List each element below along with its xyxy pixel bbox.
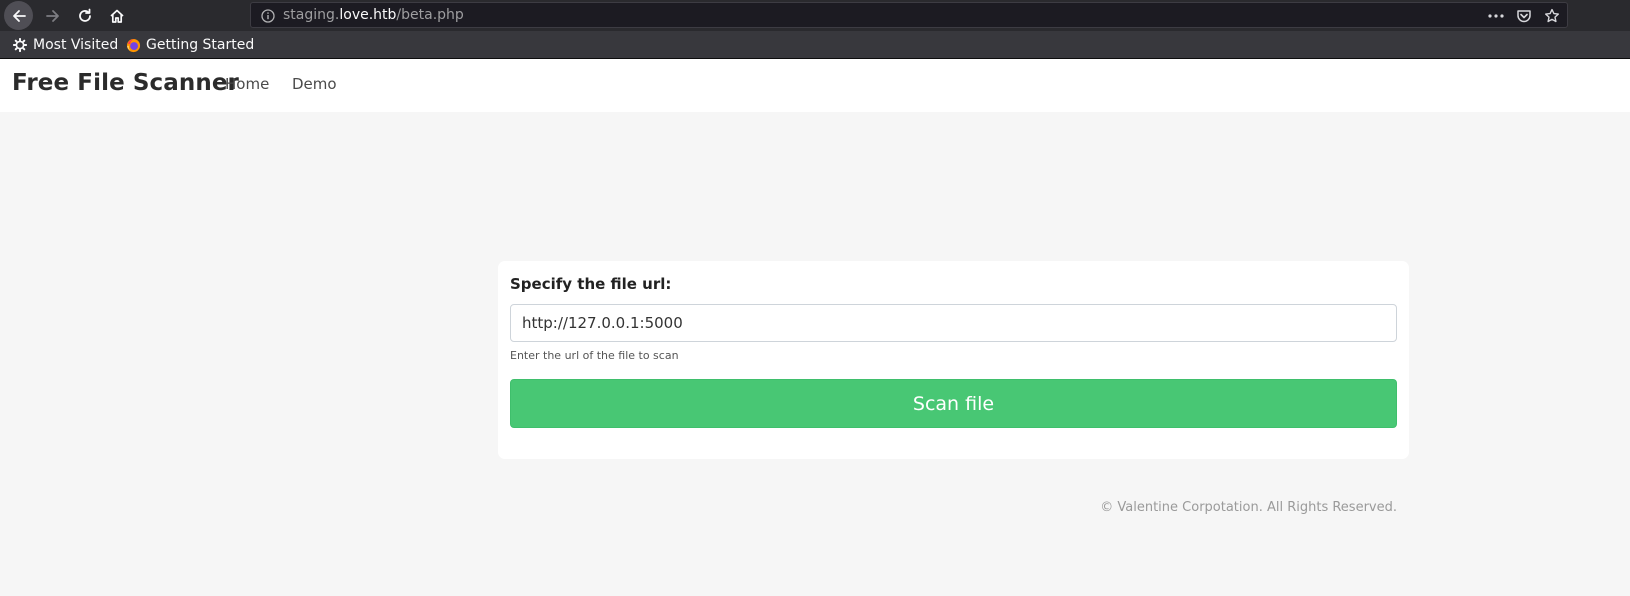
arrow-right-icon — [45, 8, 61, 24]
file-url-help: Enter the url of the file to scan — [510, 349, 679, 362]
bookmark-most-visited[interactable]: Most Visited — [12, 36, 118, 54]
footer-copyright: © Valentine Corpotation. All Rights Rese… — [1100, 500, 1397, 515]
address-bar[interactable]: staging.love.htb/beta.php — [250, 2, 1568, 28]
info-icon[interactable] — [261, 8, 275, 23]
site-brand[interactable]: Free File Scanner — [12, 70, 239, 96]
url-text[interactable]: staging.love.htb/beta.php — [283, 7, 464, 24]
url-host: love.htb — [339, 7, 397, 23]
nav-link-home[interactable]: Home — [225, 75, 269, 93]
url-path: /beta.php — [396, 7, 464, 23]
bookmark-label: Getting Started — [146, 37, 255, 53]
bookmark-getting-started[interactable]: Getting Started — [125, 36, 254, 54]
arrow-left-icon — [11, 8, 27, 24]
scan-file-button[interactable]: Scan file — [510, 379, 1397, 428]
web-page: Free File Scanner Home Demo Specify the … — [0, 59, 1630, 596]
more-actions-icon[interactable] — [1487, 7, 1505, 25]
reload-icon — [77, 8, 93, 24]
site-navbar: Free File Scanner Home Demo — [0, 59, 1630, 112]
pocket-icon[interactable] — [1515, 7, 1533, 25]
bookmark-star-icon[interactable] — [1543, 7, 1561, 25]
gear-icon — [12, 37, 28, 53]
file-url-label: Specify the file url: — [510, 275, 672, 293]
nav-link-demo[interactable]: Demo — [292, 75, 337, 93]
file-url-input[interactable] — [510, 304, 1397, 342]
back-button[interactable] — [4, 1, 33, 30]
bookmarks-toolbar: Most Visited Getting Started — [0, 31, 1630, 59]
scan-form-card: Specify the file url: Enter the url of t… — [498, 261, 1409, 459]
reload-button[interactable] — [70, 1, 100, 31]
home-icon — [109, 8, 125, 24]
url-prefix: staging. — [283, 7, 340, 23]
firefox-icon — [125, 37, 141, 53]
bookmark-label: Most Visited — [33, 37, 119, 53]
forward-button[interactable] — [38, 1, 68, 31]
home-button[interactable] — [102, 1, 132, 31]
browser-toolbar: staging.love.htb/beta.php — [0, 0, 1630, 31]
